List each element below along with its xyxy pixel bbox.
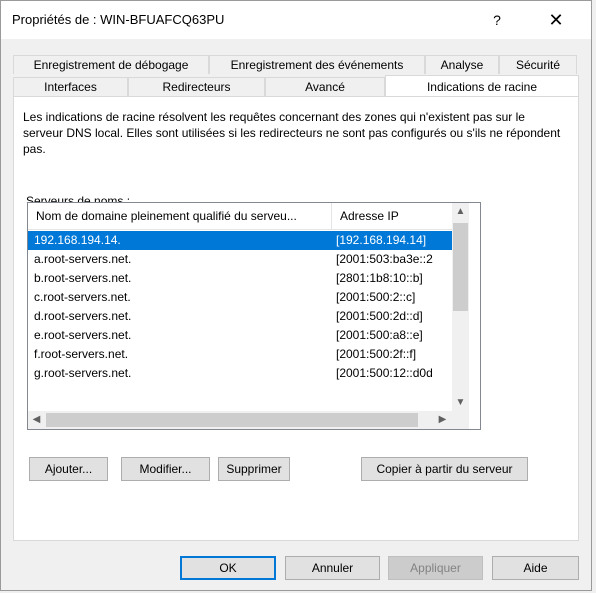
server-name: b.root-servers.net. — [34, 271, 132, 285]
root-hints-description: Les indications de racine résolvent les … — [23, 110, 561, 156]
scroll-left-icon[interactable]: ◀ — [28, 411, 45, 428]
list-item[interactable]: b.root-servers.net. [2801:1b8:10::b] — [28, 269, 452, 288]
server-ip: [2801:1b8:10::b] — [336, 271, 423, 285]
add-button[interactable]: Ajouter... — [29, 457, 108, 481]
server-name: 192.168.194.14. — [34, 233, 121, 247]
help-button[interactable]: Aide — [492, 556, 579, 580]
list-header: Nom de domaine pleinement qualifié du se… — [28, 203, 452, 230]
tab-interfaces[interactable]: Interfaces — [13, 77, 128, 96]
scroll-down-icon[interactable]: ▼ — [452, 394, 469, 411]
server-ip: [2001:500:2d::d] — [336, 309, 423, 323]
horizontal-scrollbar[interactable]: ◀ ▶ — [28, 411, 452, 429]
ok-button[interactable]: OK — [180, 556, 276, 580]
tab-advanced[interactable]: Avancé — [265, 77, 385, 96]
list-item[interactable]: g.root-servers.net. [2001:500:12::d0d — [28, 364, 452, 383]
vertical-scroll-thumb[interactable] — [453, 223, 468, 311]
server-name: c.root-servers.net. — [34, 290, 131, 304]
list-item[interactable]: f.root-servers.net. [2001:500:2f::f] — [28, 345, 452, 364]
server-ip: [2001:500:12::d0d — [336, 366, 433, 380]
scrollbar-corner — [452, 411, 469, 429]
help-icon[interactable]: ? — [487, 9, 507, 31]
cancel-button[interactable]: Annuler — [285, 556, 380, 580]
column-header-fqdn[interactable]: Nom de domaine pleinement qualifié du se… — [28, 203, 332, 229]
name-servers-list[interactable]: Nom de domaine pleinement qualifié du se… — [27, 202, 481, 430]
apply-button: Appliquer — [388, 556, 483, 580]
server-name: a.root-servers.net. — [34, 252, 132, 266]
server-ip: [2001:500:2f::f] — [336, 347, 417, 361]
vertical-scrollbar[interactable]: ▲ ▼ — [452, 203, 469, 411]
list-item[interactable]: d.root-servers.net. [2001:500:2d::d] — [28, 307, 452, 326]
server-ip: [2001:500:2::c] — [336, 290, 416, 304]
tab-monitoring[interactable]: Analyse — [425, 55, 499, 74]
list-item[interactable]: e.root-servers.net. [2001:500:a8::e] — [28, 326, 452, 345]
scroll-up-icon[interactable]: ▲ — [452, 203, 469, 220]
column-header-ip[interactable]: Adresse IP — [332, 203, 452, 229]
tab-event-logging[interactable]: Enregistrement des événements — [209, 55, 425, 74]
list-rows: 192.168.194.14. [192.168.194.14] a.root-se… — [28, 231, 452, 383]
list-item[interactable]: c.root-servers.net. [2001:500:2::c] — [28, 288, 452, 307]
tab-root-hints[interactable]: Indications de racine — [385, 75, 579, 96]
properties-dialog: Propriétés de : WIN-BFUAFCQ63PU ? ✕ Enre… — [0, 0, 592, 591]
tab-security[interactable]: Sécurité — [499, 55, 577, 74]
root-hints-panel: Les indications de racine résolvent les … — [13, 96, 579, 541]
copy-from-server-button[interactable]: Copier à partir du serveur — [361, 457, 528, 481]
server-name: d.root-servers.net. — [34, 309, 132, 323]
scroll-right-icon[interactable]: ▶ — [434, 411, 451, 428]
close-icon[interactable]: ✕ — [541, 7, 571, 33]
server-name: g.root-servers.net. — [34, 366, 132, 380]
window-title: Propriétés de : WIN-BFUAFCQ63PU — [12, 12, 225, 27]
list-item[interactable]: 192.168.194.14. [192.168.194.14] — [28, 231, 452, 250]
tab-debug-logging[interactable]: Enregistrement de débogage — [13, 55, 209, 74]
modify-button[interactable]: Modifier... — [121, 457, 210, 481]
horizontal-scroll-thumb[interactable] — [46, 413, 418, 427]
server-name: f.root-servers.net. — [34, 347, 129, 361]
title-bar[interactable]: Propriétés de : WIN-BFUAFCQ63PU ? ✕ — [1, 1, 591, 39]
list-item[interactable]: a.root-servers.net. [2001:503:ba3e::2 — [28, 250, 452, 269]
server-ip: [2001:500:a8::e] — [336, 328, 423, 342]
delete-button[interactable]: Supprimer — [218, 457, 290, 481]
server-name: e.root-servers.net. — [34, 328, 132, 342]
server-ip: [2001:503:ba3e::2 — [336, 252, 433, 266]
server-ip: [192.168.194.14] — [336, 233, 427, 247]
tab-forwarders[interactable]: Redirecteurs — [128, 77, 265, 96]
